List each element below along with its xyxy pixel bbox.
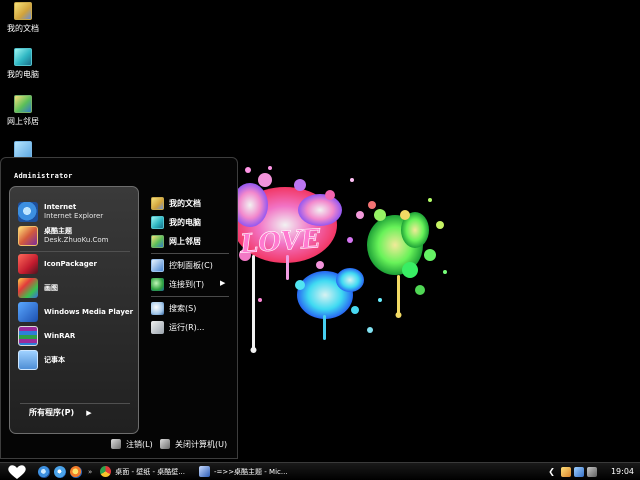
start-right-my-computer[interactable]: 我的电脑 [151,214,201,230]
start-item-title: WinRAR [44,331,76,340]
logoff-label: 注销(L) [126,439,153,449]
connect-to-icon [151,277,164,291]
media-player-icon [18,302,38,322]
start-item-title: 桌酷主题 [44,227,72,235]
task-label: 桌面 - 壁纸 - 桌酷壁... [115,467,185,476]
taskbar-clock[interactable]: 19:04 [611,467,634,476]
chevron-right-icon: ▶ [86,408,92,417]
start-right-label: 运行(R)... [169,322,205,332]
start-item-title: Windows Media Player [44,307,134,316]
ie-icon[interactable] [38,465,50,478]
chrome-icon [100,466,112,477]
start-menu: Administrator Internet Internet Explorer… [0,157,238,459]
iconpackager-icon [18,254,38,274]
my-documents-icon [151,196,164,210]
start-menu-separator [20,403,130,404]
my-computer-icon [14,48,32,66]
start-right-run[interactable]: 运行(R)... [151,319,204,335]
control-panel-icon [151,258,164,272]
all-programs-button[interactable]: 所有程序(P) ▶ [29,407,92,418]
start-right-label: 我的文档 [169,198,201,208]
my-computer-icon [151,215,164,229]
start-right-search[interactable]: 搜索(S) [151,300,196,316]
quick-launch [38,465,86,478]
desktop-icon-label: 我的电脑 [7,70,39,79]
browser-icon[interactable] [54,465,66,478]
start-right-label: 控制面板(C) [169,260,213,270]
start-button[interactable] [0,463,34,480]
taskbar-task-wallpaper[interactable]: 桌面 - 壁纸 - 桌酷壁... [96,465,189,479]
start-item-winrar[interactable]: WinRAR [18,325,75,347]
start-item-iconpackager[interactable]: IconPackager [18,253,97,275]
start-right-separator [151,296,229,297]
system-tray: ❮ 19:04 [548,463,640,480]
start-right-label: 连接到(T) [169,279,205,289]
start-right-connect-to[interactable]: 连接到(T) [151,276,204,292]
task-label: -=>>桌酷主题 - Mic... [213,467,288,476]
taskbar-task-theme[interactable]: -=>>桌酷主题 - Mic... [195,465,292,479]
paint-icon [18,278,38,298]
start-right-label: 网上邻居 [169,236,201,246]
notepad-icon [18,350,38,370]
desktop-icon-my-documents[interactable]: 我的文档 [0,2,46,34]
desktop-icon-network-places[interactable]: 网上邻居 [0,95,46,127]
desktop-icon-my-computer[interactable]: 我的电脑 [0,48,46,80]
start-item-paint[interactable]: 画图 [18,277,58,299]
network-places-icon [151,234,164,248]
wallpaper-love-text: LOVE [238,224,323,260]
start-right-my-documents[interactable]: 我的文档 [151,195,201,211]
taskbar: » 桌面 - 壁纸 - 桌酷壁... -=>>桌酷主题 - Mic... ❮ 1… [0,462,640,480]
start-item-subtitle: Desk.ZhuoKu.Com [44,236,109,244]
run-icon [151,320,164,334]
tray-app-icon[interactable] [560,466,571,477]
start-item-title: IconPackager [44,259,97,268]
start-item-subtitle: Internet Explorer [44,212,104,220]
start-menu-programs-panel: Internet Internet Explorer 桌酷主题 Desk.Zhu… [9,186,139,434]
start-item-media-player[interactable]: Windows Media Player [18,301,133,323]
theme-icon [18,226,38,246]
start-item-title: 记事本 [44,355,65,364]
start-item-title: 画图 [44,283,58,292]
tray-expand-icon[interactable]: ❮ [548,467,555,476]
logoff-button[interactable]: 注销(L) [111,437,153,451]
logoff-icon [111,439,121,449]
quick-launch-more-icon[interactable]: » [88,468,92,476]
start-item-notepad[interactable]: 记事本 [18,349,65,371]
shutdown-icon [160,439,170,449]
start-item-zhuoku-theme[interactable]: 桌酷主题 Desk.ZhuoKu.Com [18,225,108,247]
start-right-control-panel[interactable]: 控制面板(C) [151,257,213,273]
my-documents-icon [14,2,32,20]
chevron-right-icon: ▶ [220,279,226,287]
start-right-label: 搜索(S) [169,303,197,313]
heart-icon [8,464,26,479]
network-places-icon [14,95,32,113]
start-item-title: Internet [44,203,77,211]
shutdown-label: 关闭计算机(U) [175,439,228,449]
start-menu-user-name: Administrator [14,172,73,180]
word-icon [198,466,210,477]
all-programs-label: 所有程序(P) [29,408,75,417]
ie-icon [18,202,38,222]
start-menu-separator [20,251,130,252]
shutdown-button[interactable]: 关闭计算机(U) [160,437,227,451]
start-right-label: 我的电脑 [169,217,201,227]
firefox-icon[interactable] [70,465,82,478]
start-right-separator [151,253,229,254]
start-right-network-places[interactable]: 网上邻居 [151,233,201,249]
winrar-icon [18,326,38,346]
start-item-internet[interactable]: Internet Internet Explorer [18,201,103,223]
desktop-icon-label: 我的文档 [7,24,39,33]
tray-network-icon[interactable] [573,466,584,477]
tray-volume-icon[interactable] [586,466,597,477]
search-icon [151,301,164,315]
desktop-icon-label: 网上邻居 [7,117,39,126]
